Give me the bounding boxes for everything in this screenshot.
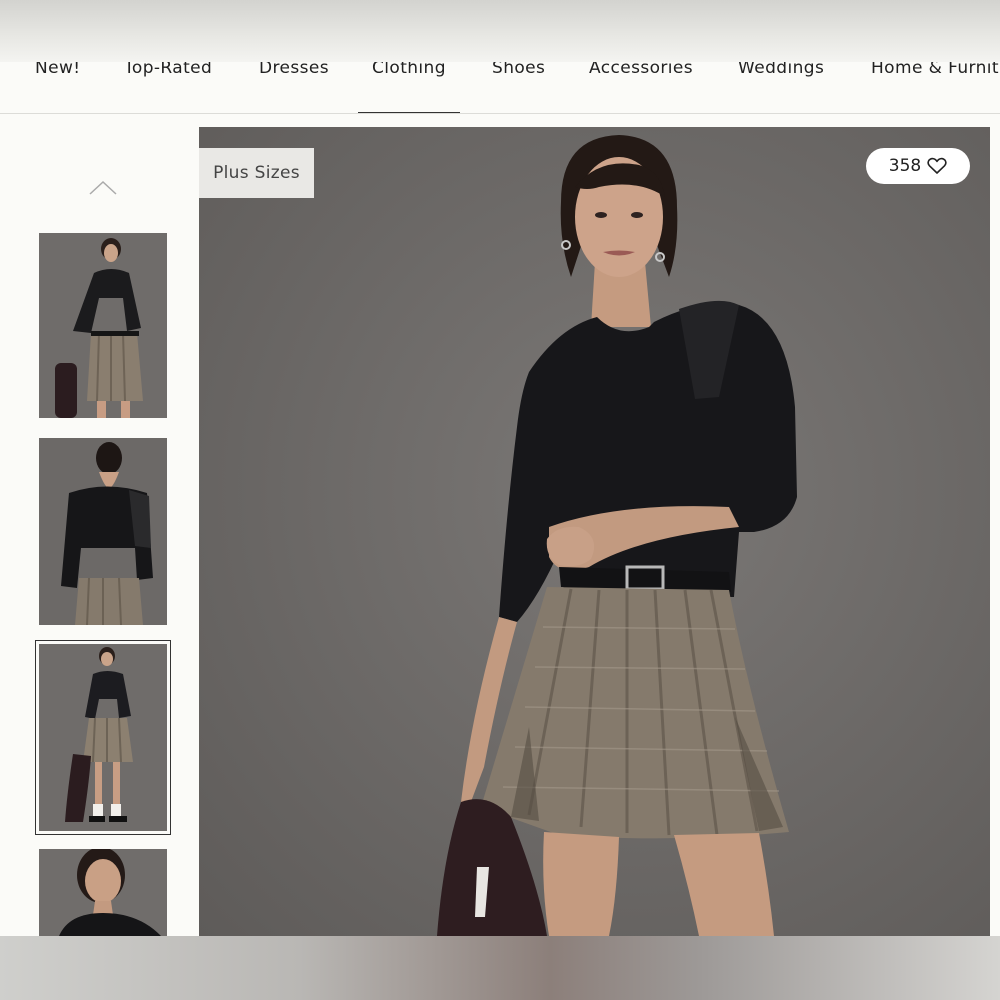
plus-sizes-badge[interactable]: Plus Sizes [199, 148, 314, 198]
top-blur-strip [0, 0, 1000, 62]
thumbnail-gallery [0, 115, 199, 936]
nav-item-top-rated[interactable]: Top-Rated [124, 62, 212, 113]
nav-item-weddings[interactable]: Weddings [738, 62, 824, 113]
heart-icon [927, 157, 947, 174]
chevron-up-icon[interactable] [88, 177, 118, 197]
product-hero-image: Plus Sizes 358 [199, 127, 990, 936]
nav-item-new[interactable]: New! [35, 62, 81, 113]
like-button[interactable]: 358 [866, 148, 970, 184]
thumbnail-2[interactable] [39, 438, 167, 625]
nav-item-home-furniture[interactable]: Home & Furnit [871, 62, 999, 113]
category-nav: New! Top-Rated Dresses Clothing Shoes Ac… [0, 62, 1000, 114]
like-count: 358 [888, 156, 922, 176]
model-photo [437, 135, 797, 936]
bottom-blur-strip [0, 936, 1000, 1000]
nav-item-accessories[interactable]: Accessories [589, 62, 693, 113]
product-page: New! Top-Rated Dresses Clothing Shoes Ac… [0, 62, 1000, 936]
nav-item-clothing[interactable]: Clothing [358, 62, 460, 113]
nav-item-shoes[interactable]: Shoes [492, 62, 545, 113]
thumbnail-4[interactable] [39, 849, 167, 936]
nav-item-dresses[interactable]: Dresses [259, 62, 329, 113]
thumbnail-3[interactable] [35, 640, 171, 835]
thumbnail-1[interactable] [39, 233, 167, 418]
